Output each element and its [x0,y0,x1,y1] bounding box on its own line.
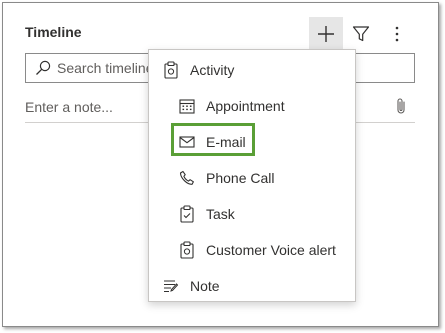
clipboard-alert-icon [178,241,196,259]
menu-item-label: Customer Voice alert [206,242,336,258]
menu-item-phone-call[interactable]: Phone Call [178,166,275,190]
menu-item-label: Note [190,278,220,294]
add-button[interactable] [309,17,343,51]
search-icon [35,60,51,76]
menu-item-label: Task [206,206,235,222]
more-options-button[interactable] [380,17,414,51]
filter-button[interactable] [344,17,378,51]
menu-item-note[interactable]: Note [162,274,220,298]
menu-item-label: Phone Call [206,170,275,186]
calendar-icon [178,97,196,115]
menu-item-customer-voice-alert[interactable]: Customer Voice alert [178,238,336,262]
activity-icon [162,61,180,79]
menu-item-label: Activity [190,62,235,78]
paperclip-icon[interactable] [395,97,407,115]
timeline-title: Timeline [25,24,82,40]
menu-item-activity[interactable]: Activity [162,58,234,82]
plus-icon [317,25,335,43]
phone-icon [178,169,196,187]
filter-icon [352,25,370,43]
menu-item-task[interactable]: Task [178,202,235,226]
note-icon [162,277,180,295]
note-input[interactable]: Enter a note... [25,99,113,115]
menu-item-appointment[interactable]: Appointment [178,94,285,118]
email-highlight-box [171,123,255,156]
add-activity-menu: Activity Appointment E-mail Phone Call T… [148,49,356,302]
more-vertical-icon [394,25,400,43]
menu-item-label: Appointment [206,98,285,114]
clipboard-check-icon [178,205,196,223]
